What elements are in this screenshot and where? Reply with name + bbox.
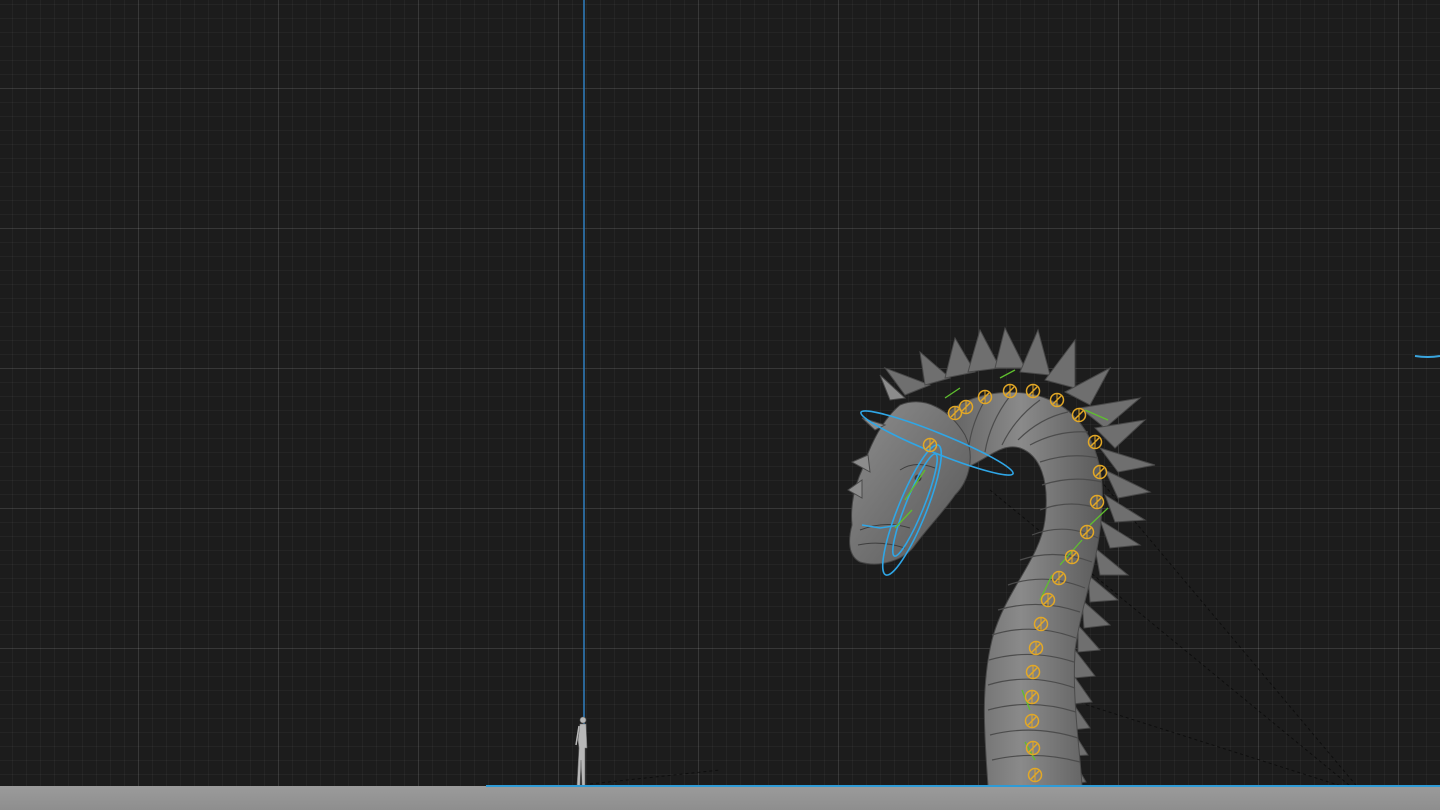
scene-canvas[interactable] [0, 0, 1440, 810]
bone-joint[interactable] [1049, 392, 1065, 408]
constraint-lines [589, 479, 1371, 810]
bone-joint[interactable] [1025, 383, 1041, 399]
dragon-mesh[interactable] [847, 326, 1156, 787]
dragon-head [849, 401, 971, 565]
3d-viewport[interactable] [0, 0, 1440, 810]
bone-joint[interactable] [1002, 383, 1018, 399]
ground-plane[interactable] [0, 786, 1440, 810]
bone-joint[interactable] [1071, 407, 1087, 423]
human-reference-figure[interactable] [575, 716, 588, 787]
ground-selection-edge [486, 785, 1440, 787]
selection-stub [1414, 355, 1440, 358]
